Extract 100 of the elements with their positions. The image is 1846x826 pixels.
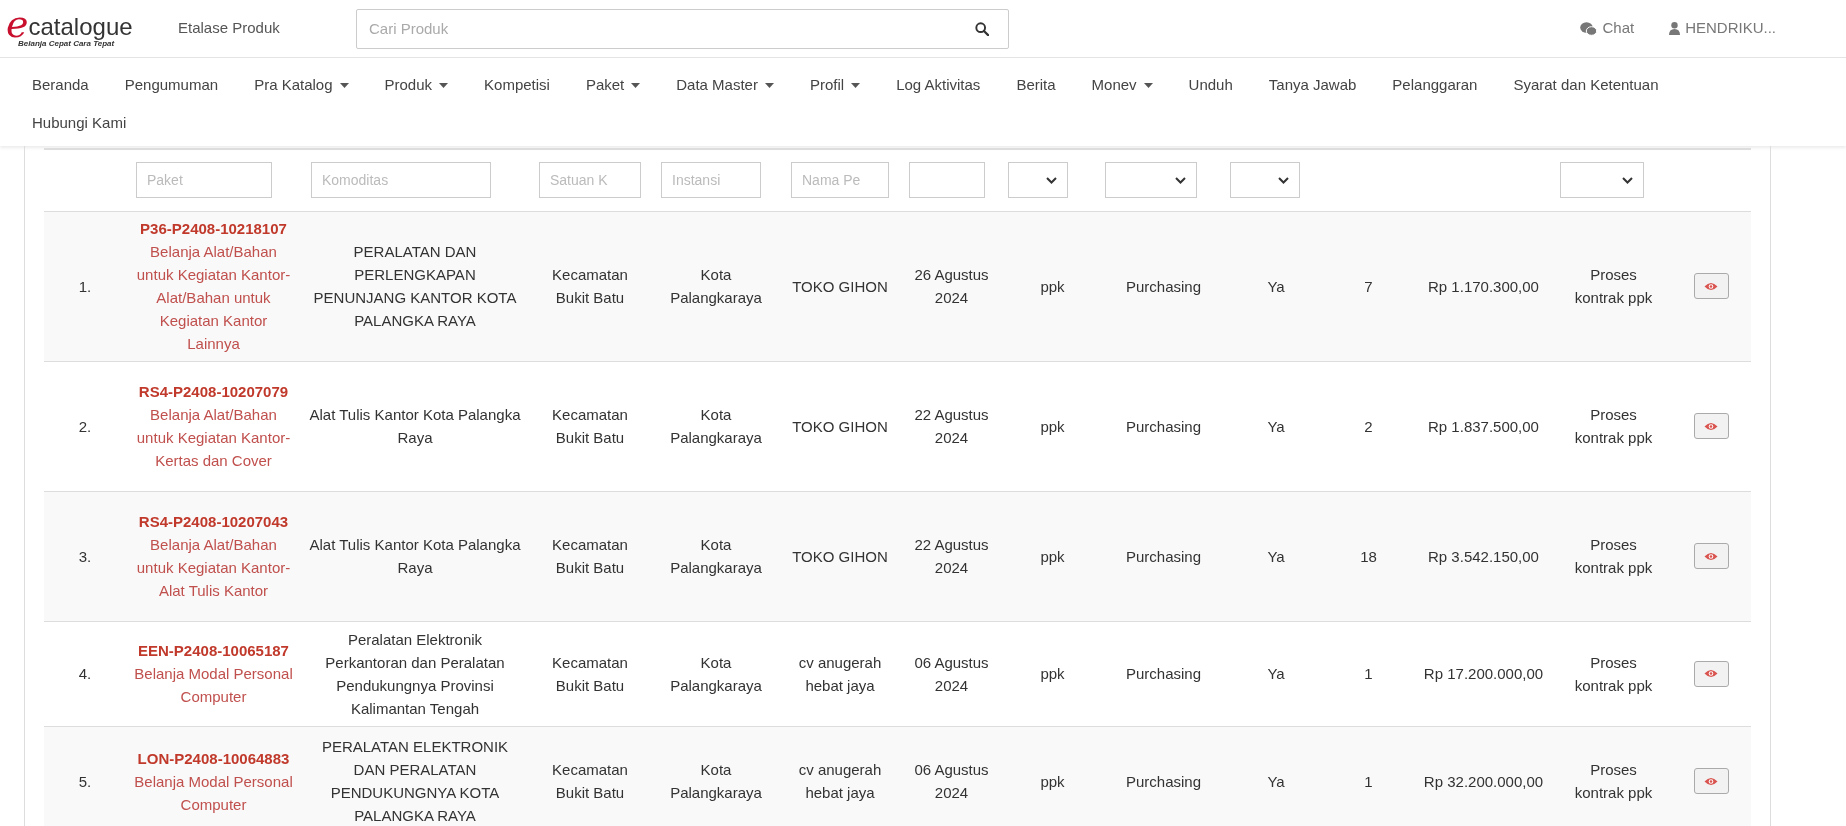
table-cell-text: ppk — [1039, 416, 1066, 437]
provider-cell-text: TOKO GIHON — [791, 416, 889, 437]
agency-cell-text: Kota Palangkaraya — [669, 535, 763, 578]
filter-field[interactable]: Satuan K — [539, 162, 641, 199]
eye-icon — [1704, 281, 1718, 291]
table-cell-text: Purchasing — [1124, 771, 1202, 792]
menu-item[interactable]: Beranda — [32, 66, 89, 104]
view-button[interactable] — [1693, 413, 1729, 439]
logo[interactable]: ecatalogue Belanja Cepat Cara Tepat — [6, 9, 166, 48]
agency-cell-text: Kota Palangkaraya — [669, 760, 763, 803]
total-price-cell-text: Rp 1.837.500,00 — [1427, 416, 1540, 437]
menu-item[interactable]: Tanya Jawab — [1268, 66, 1357, 104]
chevron-icon — [1278, 176, 1289, 184]
date-cell-text: 06 Agustus 2024 — [913, 652, 990, 696]
table-cell-text: Ya — [1266, 276, 1286, 297]
row-number: 3. — [77, 546, 93, 567]
view-button[interactable] — [1693, 543, 1729, 569]
date-cell-text: 26 Agustus 2024 — [913, 265, 990, 308]
commodity-cell-text: Peralatan Elektronik Perkantoran dan Peralatan Pendukungnya Provinsi Kalimantan Tengah — [324, 629, 506, 719]
work-unit-cell-text: Kecamatan Bukit Batu — [551, 405, 629, 448]
row-number: 2. — [77, 416, 93, 437]
quantity-cell-text: 1 — [1363, 771, 1374, 792]
filter-field[interactable] — [909, 162, 985, 199]
package-name-link[interactable]: Belanja Modal Personal Computer — [134, 769, 293, 816]
chat-link[interactable]: Chat — [1580, 17, 1635, 40]
eye-icon — [1704, 551, 1718, 561]
search-field[interactable]: Cari Produk — [356, 8, 1009, 49]
menu-item[interactable]: Unduh — [1188, 66, 1233, 104]
filter-field[interactable]: Instansi — [661, 162, 761, 199]
work-unit-cell-text: Kecamatan Bukit Batu — [551, 760, 629, 803]
eye-icon — [1704, 421, 1718, 431]
menu-item[interactable]: Syarat dan Ketentuan — [1513, 66, 1659, 104]
agency-cell-text: Kota Palangkaraya — [669, 652, 763, 696]
user-menu[interactable]: HENDRIKU... — [1669, 17, 1776, 40]
menu-item[interactable]: Pengumuman — [124, 66, 219, 104]
package-code-link[interactable]: LON-P2408-10064883 — [134, 746, 293, 770]
quantity-cell-text: 2 — [1363, 416, 1374, 437]
chevron-icon — [1175, 176, 1186, 184]
quantity-cell-text: 7 — [1363, 276, 1374, 297]
menu-item[interactable]: Pra Katalog — [254, 66, 349, 104]
table-cell-text: ppk — [1039, 664, 1066, 684]
table-cell-text: Ya — [1266, 416, 1286, 437]
total-price-cell-text: Rp 32.200.000,00 — [1422, 771, 1545, 792]
date-cell-text: 22 Agustus 2024 — [913, 535, 990, 578]
table-cell-text: ppk — [1039, 546, 1066, 567]
agency-cell-text: Kota Palangkaraya — [669, 265, 763, 308]
chevron-icon — [1046, 176, 1057, 184]
menu-item[interactable]: Monev — [1091, 66, 1153, 104]
package-code-link[interactable]: RS4-P2408-10207079 — [134, 380, 293, 403]
table-cell-text: Purchasing — [1124, 546, 1202, 567]
package-name-link[interactable]: Belanja Alat/Bahan untuk Kegiatan Kantor- Kertas dan Cover — [134, 403, 293, 472]
total-price-cell-text: Rp 3.542.150,00 — [1427, 546, 1540, 567]
menu-item[interactable]: Log Aktivitas — [896, 66, 981, 104]
view-button[interactable] — [1693, 660, 1729, 687]
menu-item[interactable]: Profil — [809, 66, 861, 104]
status-cell-text: Proses kontrak ppk — [1573, 405, 1654, 448]
status-cell-text: Proses kontrak ppk — [1573, 760, 1654, 803]
table-cell-text: ppk — [1039, 276, 1066, 297]
date-cell-text: 22 Agustus 2024 — [913, 405, 990, 448]
package-name-link[interactable]: Belanja Modal Personal Computer — [134, 662, 293, 708]
menu-item[interactable]: Data Master — [676, 66, 774, 104]
menu-item[interactable]: Produk — [384, 66, 449, 104]
menu-item[interactable]: Paket — [585, 66, 641, 104]
table-cell-text: Ya — [1266, 664, 1286, 684]
commodity-cell-text: Alat Tulis Kantor Kota Palangka Raya — [309, 405, 521, 448]
filter-field[interactable]: Komoditas — [311, 162, 491, 199]
commodity-cell-text: Alat Tulis Kantor Kota Palangka Raya — [309, 535, 521, 578]
total-price-cell-text: Rp 1.170.300,00 — [1427, 276, 1540, 297]
work-unit-cell-text: Kecamatan Bukit Batu — [551, 265, 629, 308]
menu-item[interactable]: Pelanggaran — [1392, 66, 1478, 104]
row-number: 5. — [77, 771, 93, 792]
eye-icon — [1704, 669, 1718, 678]
package-code-link[interactable]: EEN-P2408-10065187 — [134, 639, 293, 662]
quantity-cell-text: 1 — [1363, 664, 1374, 684]
filter-field[interactable]: Nama Pe — [791, 162, 889, 199]
nav-link[interactable]: Etalase Produk — [178, 17, 356, 40]
provider-cell-text: TOKO GIHON — [791, 546, 889, 567]
menu-item[interactable]: Berita — [1016, 66, 1056, 104]
chevron-icon — [1622, 176, 1633, 184]
filter-field[interactable]: Paket — [136, 162, 272, 199]
view-button[interactable] — [1693, 273, 1729, 299]
table-cell-text: Purchasing — [1124, 276, 1202, 297]
search-icon[interactable] — [975, 21, 989, 36]
status-cell-text: Proses kontrak ppk — [1573, 652, 1654, 696]
work-unit-cell-text: Kecamatan Bukit Batu — [551, 535, 629, 578]
table-cell-text: Purchasing — [1124, 664, 1202, 684]
provider-cell-text: TOKO GIHON — [791, 276, 889, 297]
quantity-cell-text: 18 — [1359, 546, 1378, 567]
package-code-link[interactable]: RS4-P2408-10207043 — [134, 510, 293, 533]
total-price-cell-text: Rp 17.200.000,00 — [1422, 664, 1545, 684]
date-cell-text: 06 Agustus 2024 — [913, 760, 990, 803]
package-name-link[interactable]: Belanja Alat/Bahan untuk Kegiatan Kantor-Alat/Bahan untuk Kegiatan Kantor Lainnya — [134, 240, 293, 355]
package-code-link[interactable]: P36-P2408-10218107 — [134, 217, 293, 240]
status-cell-text: Proses kontrak ppk — [1573, 265, 1654, 308]
provider-cell-text: cv anugerah hebat jaya — [797, 760, 883, 803]
view-button[interactable] — [1693, 768, 1729, 794]
row-number: 1. — [77, 276, 93, 297]
package-name-link[interactable]: Belanja Alat/Bahan untuk Kegiatan Kantor-Alat Tulis Kantor — [134, 533, 293, 602]
menu-item[interactable]: Hubungi Kami — [32, 104, 127, 142]
menu-item[interactable]: Kompetisi — [484, 66, 550, 104]
